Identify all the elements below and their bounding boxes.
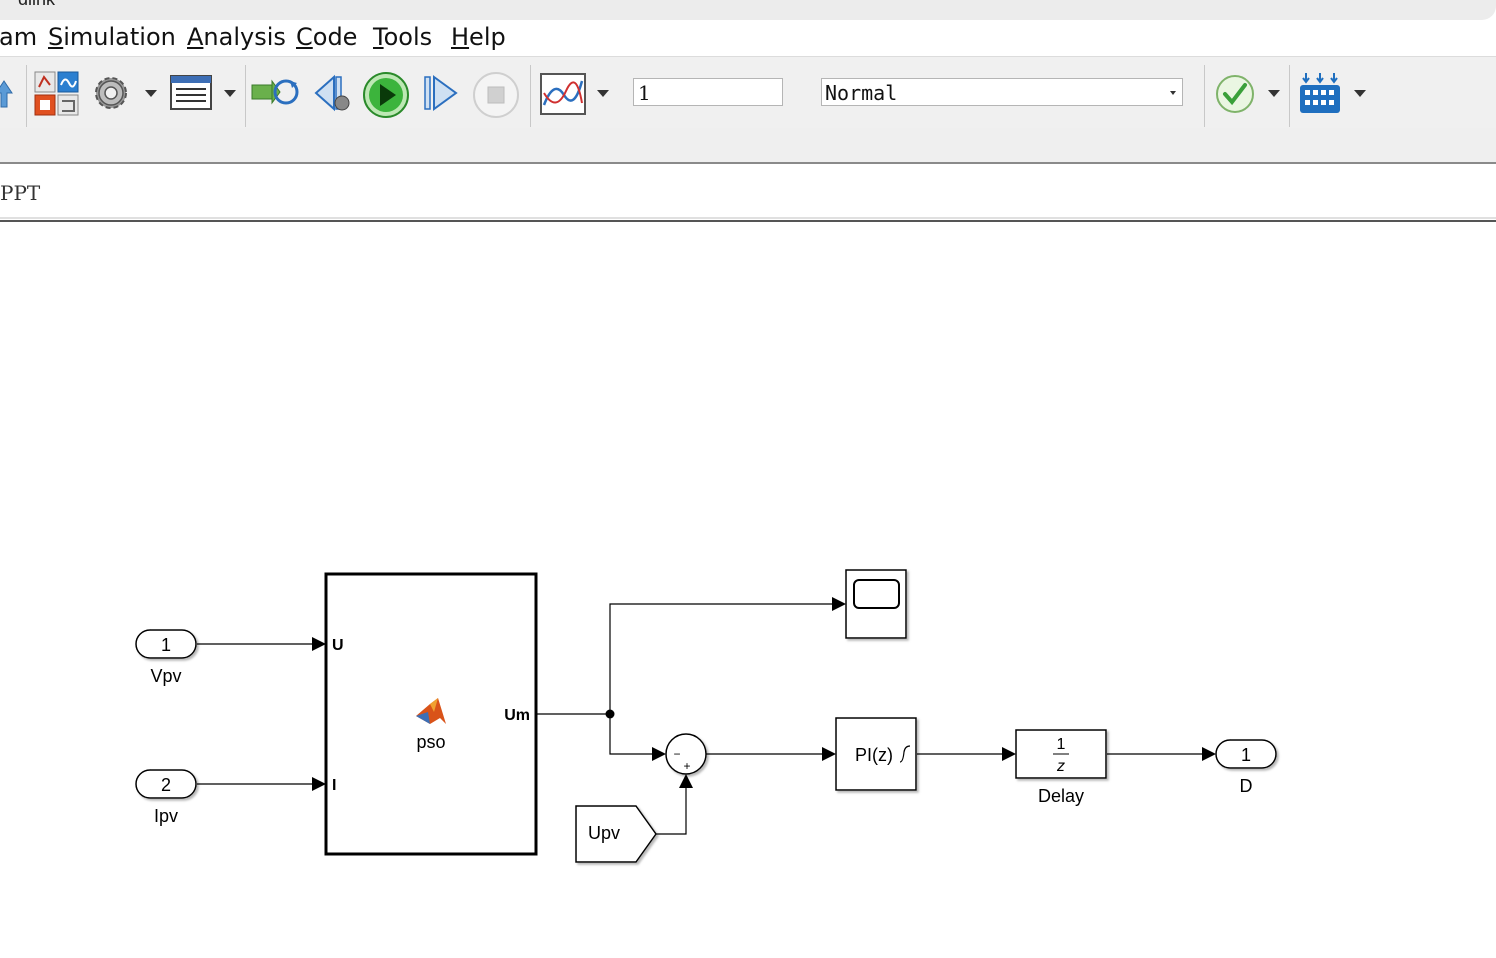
sum-sign-minus: − xyxy=(673,747,680,761)
port-label-um: Um xyxy=(504,707,530,724)
inport-number: 1 xyxy=(161,635,171,655)
toolbar-separator xyxy=(1289,65,1290,127)
menu-diagram[interactable]: am xyxy=(0,23,37,51)
inport-label: Ipv xyxy=(154,806,178,826)
chevron-down-icon[interactable] xyxy=(145,90,157,97)
chevron-down-icon xyxy=(1170,91,1176,95)
menu-help[interactable]: Help xyxy=(451,23,506,51)
menu-analysis-label: Analysis xyxy=(187,23,286,51)
simulation-mode-select[interactable]: Normal xyxy=(821,78,1183,106)
inport-label: Vpv xyxy=(150,666,181,686)
signal-line[interactable] xyxy=(656,788,687,835)
arrow-head xyxy=(312,777,326,791)
outport-number: 1 xyxy=(1241,745,1251,765)
window-title-bar: dlink xyxy=(0,0,1496,20)
breadcrumb-item[interactable]: PPT xyxy=(0,181,40,205)
run-icon[interactable] xyxy=(362,71,410,119)
build-icon[interactable] xyxy=(1298,71,1344,117)
scope-icon[interactable] xyxy=(540,73,586,115)
toolbar-separator xyxy=(245,65,246,127)
arrow-head xyxy=(652,747,666,761)
menu-code[interactable]: Code xyxy=(296,23,357,51)
inport-ipv[interactable]: 2 Ipv xyxy=(135,769,197,826)
port-label-u: U xyxy=(332,637,344,654)
arrow-head xyxy=(679,774,693,788)
menu-simulation-label: Simulation xyxy=(48,23,176,51)
toolbar: 1 Normal xyxy=(0,56,1496,129)
breadcrumb: PPT xyxy=(0,167,1496,219)
menu-tools-label: Tools xyxy=(373,23,433,51)
model-explorer-icon[interactable] xyxy=(170,75,212,111)
chevron-down-icon[interactable] xyxy=(224,90,236,97)
matlab-function-block[interactable]: U I Um pso xyxy=(324,572,538,856)
pi-label: PI(z) xyxy=(855,745,893,765)
step-back-icon[interactable] xyxy=(312,73,356,115)
sum-sign-plus: + xyxy=(683,759,690,773)
toolbar-separator xyxy=(530,65,531,127)
arrow-head xyxy=(312,637,326,651)
arrow-head xyxy=(822,747,836,761)
block-name: pso xyxy=(416,732,445,752)
check-icon[interactable] xyxy=(1214,73,1256,115)
pi-controller-block[interactable]: PI(z) xyxy=(835,717,917,791)
chevron-down-icon[interactable] xyxy=(597,90,609,97)
stop-icon[interactable] xyxy=(472,71,520,119)
model-settings-icon[interactable] xyxy=(90,72,134,116)
signal-line[interactable] xyxy=(609,714,652,755)
delay-denominator: z xyxy=(1056,758,1065,775)
from-tag-label: Upv xyxy=(588,823,620,843)
menu-code-label: Code xyxy=(296,23,358,51)
toolbar-separator xyxy=(1204,65,1205,127)
from-block-upv[interactable]: Upv xyxy=(575,805,657,863)
arrow-head xyxy=(1002,747,1016,761)
signal-line[interactable] xyxy=(609,603,832,714)
delay-label: Delay xyxy=(1038,786,1084,806)
up-arrow-icon[interactable] xyxy=(0,75,14,111)
scope-block[interactable] xyxy=(845,569,907,639)
model-canvas[interactable]: 1 Vpv 2 Ipv U I Um pso − + Upv PI(z) 1 z… xyxy=(0,222,1496,958)
library-browser-icon[interactable] xyxy=(34,71,80,117)
explorer-bar xyxy=(0,128,1496,164)
arrow-head xyxy=(832,597,846,611)
chevron-down-icon[interactable] xyxy=(1354,90,1366,97)
toolbar-separator xyxy=(26,65,27,127)
simulation-mode-value: Normal xyxy=(825,81,898,105)
stop-time-field[interactable]: 1 xyxy=(633,78,783,106)
inport-number: 2 xyxy=(161,775,171,795)
menu-help-label: Help xyxy=(451,23,506,51)
menu-analysis[interactable]: Analysis xyxy=(187,23,286,51)
update-diagram-icon[interactable] xyxy=(250,73,300,113)
arrow-head xyxy=(1202,747,1216,761)
unit-delay-block[interactable]: 1 z Delay xyxy=(1015,729,1107,806)
step-forward-icon[interactable] xyxy=(420,73,464,115)
menu-simulation[interactable]: Simulation xyxy=(48,23,176,51)
window-title: dlink xyxy=(18,0,55,10)
chevron-down-icon[interactable] xyxy=(1268,90,1280,97)
delay-numerator: 1 xyxy=(1057,736,1066,753)
outport-d[interactable]: 1 D xyxy=(1215,739,1277,796)
inport-vpv[interactable]: 1 Vpv xyxy=(135,629,197,686)
sum-block[interactable]: − + xyxy=(665,733,707,775)
menu-tools[interactable]: Tools xyxy=(373,23,432,51)
port-label-i: I xyxy=(332,777,336,794)
outport-label: D xyxy=(1240,776,1253,796)
menu-bar: am Simulation Analysis Code Tools Help xyxy=(0,20,1496,56)
